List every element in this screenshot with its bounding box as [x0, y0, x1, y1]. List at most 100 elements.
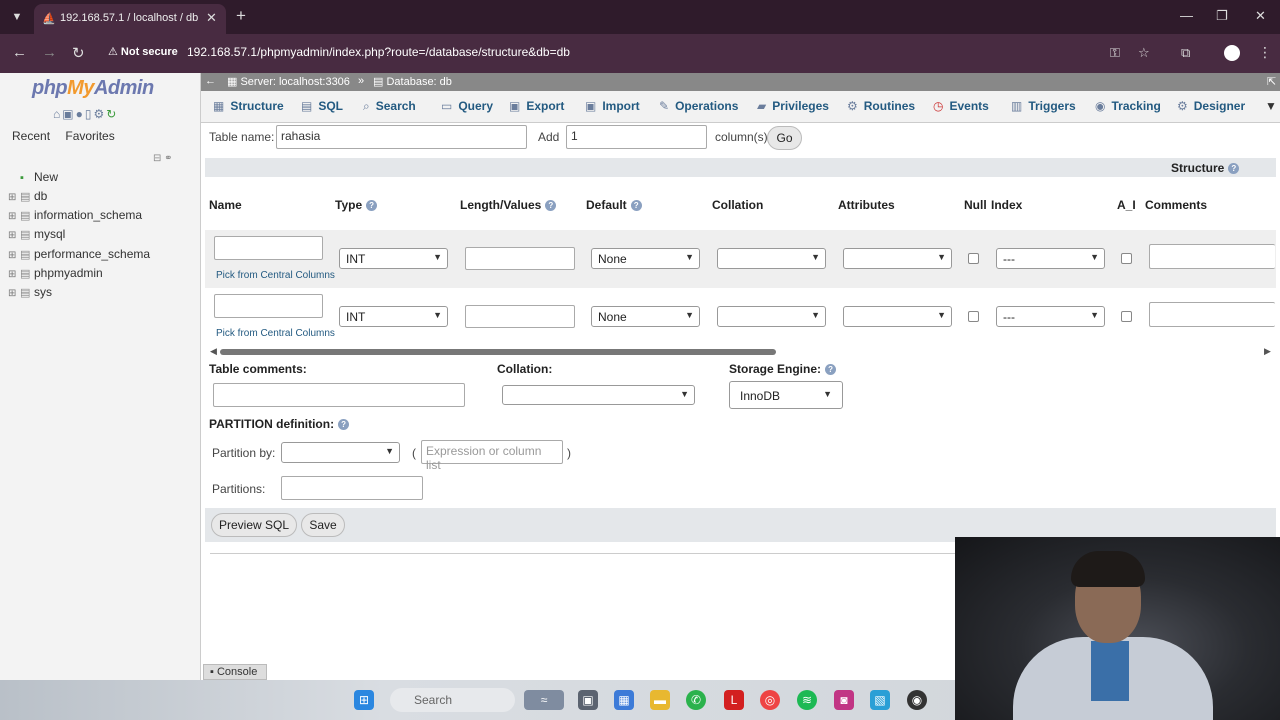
- app-l-icon[interactable]: L: [724, 690, 744, 710]
- column-collation-select[interactable]: ▼: [717, 248, 826, 269]
- scroll-left-arrow-icon[interactable]: ◀: [210, 346, 217, 357]
- collapse-panel-arrow-icon[interactable]: ←: [205, 75, 216, 87]
- favorites-tab[interactable]: Favorites: [65, 129, 114, 143]
- tree-item-mysql[interactable]: ⊞ ▤ mysql: [8, 227, 65, 245]
- tab-export[interactable]: ▣ Export: [509, 99, 564, 113]
- help-icon[interactable]: ●: [76, 107, 85, 121]
- scroll-right-arrow-icon[interactable]: ▶: [1264, 346, 1271, 357]
- new-tab-plus-icon[interactable]: +: [236, 6, 246, 26]
- column-null-checkbox[interactable]: [968, 311, 979, 322]
- column-index-select[interactable]: --- ▼: [996, 248, 1105, 269]
- tab-routines[interactable]: ⚙ Routines: [847, 99, 915, 113]
- partition-by-select[interactable]: ▼: [281, 442, 400, 463]
- spotify-icon[interactable]: ≋: [797, 690, 817, 710]
- add-columns-input[interactable]: 1: [566, 125, 707, 149]
- column-comments-input[interactable]: [1149, 302, 1275, 327]
- settings-gear-icon[interactable]: ⚙: [93, 107, 106, 121]
- pick-central-columns-link[interactable]: Pick from Central Columns: [216, 328, 335, 339]
- help-icon[interactable]: ?: [338, 419, 350, 431]
- save-button[interactable]: Save: [301, 513, 345, 537]
- table-collation-select[interactable]: ▼: [502, 385, 695, 405]
- forward-arrow-icon[interactable]: →: [42, 44, 57, 61]
- home-icon[interactable]: ⌂: [53, 107, 62, 121]
- widgets-icon[interactable]: ≈: [524, 690, 564, 710]
- go-button[interactable]: Go: [767, 126, 802, 150]
- expand-icon[interactable]: ⊞: [8, 288, 20, 299]
- column-length-input[interactable]: [465, 305, 575, 328]
- tab-structure[interactable]: ▦ Structure: [213, 99, 284, 113]
- tree-item-phpmyadmin[interactable]: ⊞ ▤ phpmyadmin: [8, 266, 103, 284]
- expand-icon[interactable]: ⊞: [8, 192, 20, 203]
- tree-item-sys[interactable]: ⊞ ▤ sys: [8, 285, 52, 303]
- extensions-puzzle-icon[interactable]: ⧉: [1181, 45, 1190, 61]
- link-with-main-icon[interactable]: ⚭: [164, 153, 172, 164]
- back-arrow-icon[interactable]: ←: [12, 44, 27, 61]
- column-comments-input[interactable]: [1149, 244, 1275, 269]
- column-collation-select[interactable]: ▼: [717, 306, 826, 327]
- tab-search[interactable]: ⌕ Search: [363, 99, 416, 114]
- whatsapp-icon[interactable]: ✆: [686, 690, 706, 710]
- tab-import[interactable]: ▣ Import: [585, 99, 640, 113]
- tab-privileges[interactable]: ▰ Privileges: [757, 99, 829, 113]
- column-attributes-select[interactable]: ▼: [843, 306, 952, 327]
- tab-events[interactable]: ◷ Events: [933, 99, 989, 113]
- profile-avatar[interactable]: [1224, 45, 1240, 61]
- minimize-icon[interactable]: —: [1180, 8, 1193, 23]
- store-icon[interactable]: ▦: [614, 690, 634, 710]
- column-default-select[interactable]: None ▼: [591, 306, 700, 327]
- fullscreen-icon[interactable]: ⇱: [1267, 75, 1276, 88]
- bookmark-star-icon[interactable]: ☆: [1138, 45, 1150, 61]
- tab-search-chevron-down-icon[interactable]: ▼: [6, 6, 28, 28]
- help-icon[interactable]: ?: [825, 364, 837, 376]
- tab-operations[interactable]: ✎ Operations: [659, 99, 738, 113]
- task-view-icon[interactable]: ▣: [578, 690, 598, 710]
- column-ai-checkbox[interactable]: [1121, 311, 1132, 322]
- virtualbox-icon[interactable]: ▧: [870, 690, 890, 710]
- collapse-all-icon[interactable]: ⊟: [153, 153, 161, 164]
- maximize-icon[interactable]: ❐: [1216, 8, 1228, 24]
- browser-menu-kebab-icon[interactable]: ⋮: [1258, 44, 1272, 61]
- instagram-icon[interactable]: ◙: [834, 690, 854, 710]
- column-attributes-select[interactable]: ▼: [843, 248, 952, 269]
- breadcrumb-server[interactable]: ▦ Server: localhost:3306: [227, 75, 350, 88]
- tab-tracking[interactable]: ◉ Tracking: [1095, 99, 1161, 113]
- logout-icon[interactable]: ▣: [62, 107, 75, 121]
- password-key-icon[interactable]: ⚿: [1110, 45, 1120, 61]
- column-name-input[interactable]: [214, 294, 323, 318]
- phpmyadmin-logo[interactable]: phpMyAdmin: [32, 77, 154, 100]
- console-toggle[interactable]: ▪ Console: [203, 664, 267, 680]
- expand-icon[interactable]: ⊞: [8, 211, 20, 222]
- column-type-select[interactable]: INT ▼: [339, 306, 448, 327]
- browser-tab[interactable]: ⛵ 192.168.57.1 / localhost / db / ... ✕: [34, 4, 226, 34]
- column-index-select[interactable]: --- ▼: [996, 306, 1105, 327]
- expand-icon[interactable]: ⊞: [8, 230, 20, 241]
- help-icon[interactable]: ?: [366, 200, 378, 212]
- recent-tab[interactable]: Recent: [12, 129, 50, 143]
- help-icon[interactable]: ?: [630, 200, 642, 212]
- help-icon[interactable]: ?: [545, 200, 557, 212]
- preview-sql-button[interactable]: Preview SQL: [211, 513, 297, 537]
- tab-designer[interactable]: ⚙ Designer: [1177, 99, 1245, 113]
- chrome-icon[interactable]: ◎: [760, 690, 780, 710]
- tab-sql[interactable]: ▤ SQL: [301, 99, 343, 113]
- tab-triggers[interactable]: ▥ Triggers: [1011, 99, 1076, 113]
- address-bar[interactable]: ⚠ Not secure 192.168.57.1/phpmyadmin/ind…: [100, 39, 1180, 67]
- partitions-input[interactable]: [281, 476, 423, 500]
- tree-item-new[interactable]: ▪ New: [8, 170, 58, 188]
- taskbar-search-box[interactable]: Search: [390, 688, 515, 712]
- close-window-icon[interactable]: ✕: [1255, 8, 1266, 24]
- tree-item-performance-schema[interactable]: ⊞ ▤ performance_schema: [8, 247, 150, 265]
- more-menu-chevron-down-icon[interactable]: ▼: [1265, 99, 1277, 113]
- column-length-input[interactable]: [465, 247, 575, 270]
- column-default-select[interactable]: None ▼: [591, 248, 700, 269]
- windows-start-icon[interactable]: ⊞: [354, 690, 374, 710]
- obs-icon[interactable]: ◉: [907, 690, 927, 710]
- expand-icon[interactable]: ⊞: [8, 250, 20, 261]
- breadcrumb-database[interactable]: ▤ Database: db: [373, 75, 452, 88]
- expand-icon[interactable]: ⊞: [8, 269, 20, 280]
- column-name-input[interactable]: [214, 236, 323, 260]
- column-null-checkbox[interactable]: [968, 253, 979, 264]
- horizontal-scrollbar[interactable]: ◀ ▶: [210, 346, 1272, 357]
- column-ai-checkbox[interactable]: [1121, 253, 1132, 264]
- help-icon[interactable]: ?: [1228, 163, 1240, 175]
